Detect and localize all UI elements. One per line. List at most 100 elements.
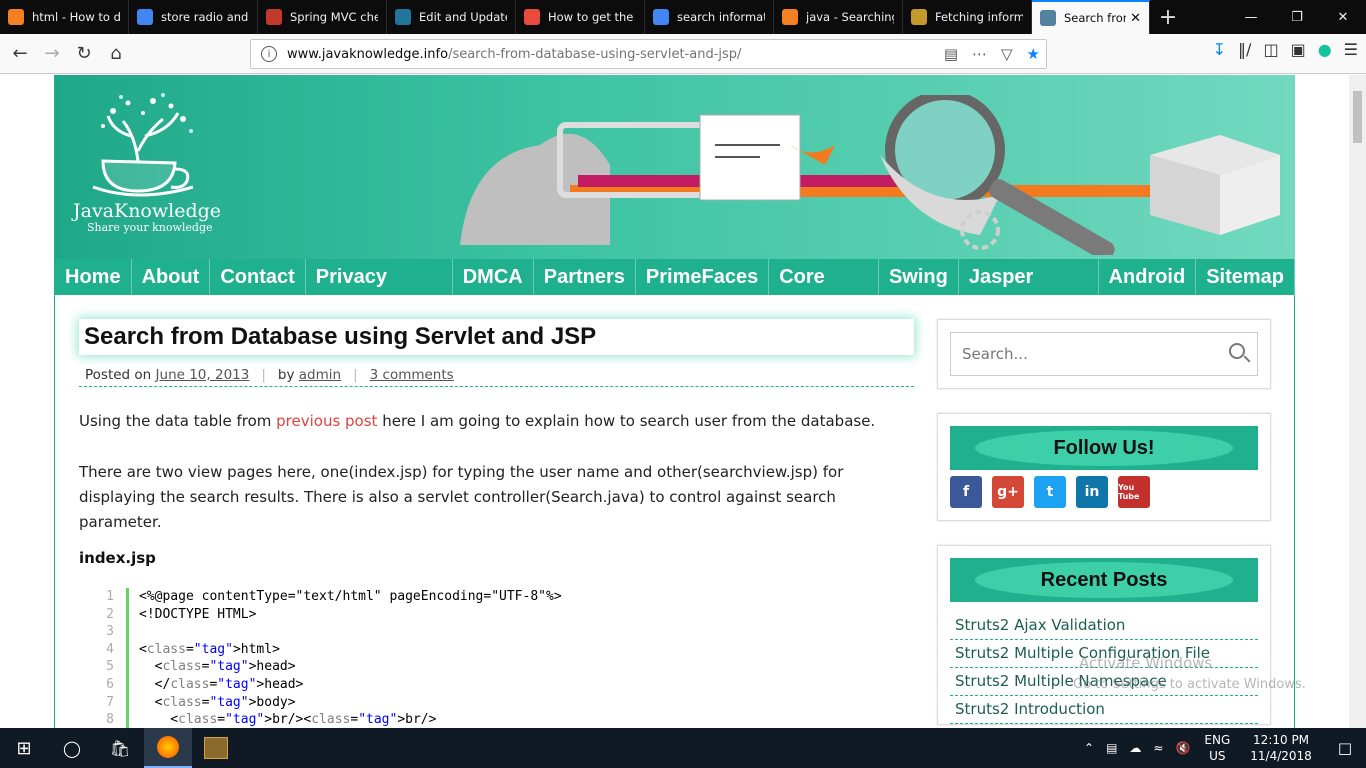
comments-link[interactable]: 3 comments bbox=[370, 367, 454, 383]
network-icon[interactable]: ▤ bbox=[1106, 741, 1117, 755]
bookmark-star-icon[interactable]: ★ bbox=[1027, 45, 1040, 63]
menu-item-contact[interactable]: Contact bbox=[210, 259, 306, 295]
close-window-icon[interactable]: ✕ bbox=[1320, 0, 1366, 34]
notifications-icon[interactable]: □ bbox=[1338, 739, 1352, 757]
browser-tab[interactable]: How to get the va bbox=[516, 0, 645, 34]
clock-date: 11/4/2018 bbox=[1250, 749, 1312, 763]
browser-tab[interactable]: Edit and Update R bbox=[387, 0, 516, 34]
site-header: JavaKnowledge Share your knowledge bbox=[55, 75, 1295, 259]
code-line: 4 <class="tag">html> bbox=[81, 640, 914, 659]
wifi-icon[interactable]: ≈ bbox=[1153, 741, 1163, 755]
maximize-icon[interactable]: ❐ bbox=[1274, 0, 1320, 34]
browser-tab[interactable]: html - How to dyn bbox=[0, 0, 129, 34]
scrollbar-thumb[interactable] bbox=[1353, 91, 1362, 143]
new-tab-icon[interactable]: + bbox=[1150, 0, 1186, 34]
code-line: 2 <!DOCTYPE HTML> bbox=[81, 605, 914, 624]
url-path: /search-from-database-using-servlet-and-… bbox=[448, 46, 742, 62]
menu-item-android[interactable]: Android bbox=[1099, 259, 1197, 295]
code-text: <class="tag">head> bbox=[139, 659, 296, 675]
menu-icon[interactable]: ☰ bbox=[1344, 40, 1358, 59]
tray-chevron-icon[interactable]: ⌃ bbox=[1084, 741, 1094, 755]
follow-title-bar: Follow Us! bbox=[950, 426, 1258, 470]
code-text: <class="tag">html> bbox=[139, 641, 280, 657]
browser-tab[interactable]: Search from D ✕ bbox=[1032, 0, 1150, 34]
post-content: Search from Database using Servlet and J… bbox=[79, 319, 914, 728]
code-text: <!DOCTYPE HTML> bbox=[139, 606, 257, 622]
browser-tab[interactable]: java - Searching d bbox=[774, 0, 903, 34]
tab-title: java - Searching d bbox=[806, 10, 894, 24]
windows-start-icon[interactable]: ⊞ bbox=[0, 728, 48, 768]
facebook-icon[interactable]: f bbox=[950, 476, 982, 508]
line-number: 4 bbox=[81, 640, 129, 659]
youtube-icon[interactable]: You Tube bbox=[1118, 476, 1150, 508]
recent-post-link[interactable]: Struts2 Introduction bbox=[950, 696, 1258, 724]
firefox-icon[interactable] bbox=[144, 728, 192, 768]
onedrive-icon[interactable]: ☁ bbox=[1129, 741, 1141, 755]
reader-view-icon[interactable]: ▤ bbox=[944, 45, 958, 63]
menu-item-home[interactable]: Home bbox=[55, 259, 132, 295]
page-scrollbar[interactable] bbox=[1349, 75, 1366, 728]
reload-icon[interactable]: ↻ bbox=[68, 38, 100, 70]
close-tab-icon[interactable]: ✕ bbox=[1130, 11, 1141, 26]
home-icon[interactable]: ⌂ bbox=[100, 38, 132, 70]
forward-icon[interactable]: → bbox=[36, 38, 68, 70]
menu-item-core-java[interactable]: Core Java bbox=[769, 259, 879, 324]
logo-icon[interactable] bbox=[83, 91, 213, 201]
code-line: 1 <%@page contentType="text/html" pageEnc… bbox=[81, 588, 914, 606]
menu-item-privacy-policy[interactable]: Privacy Policy bbox=[306, 259, 453, 324]
url-bar[interactable]: i www.javaknowledge.info/search-from-dat… bbox=[250, 39, 1047, 69]
line-number: 8 bbox=[81, 711, 129, 728]
app-icon[interactable] bbox=[192, 728, 240, 768]
sidebar-icon[interactable]: ◫ bbox=[1263, 40, 1278, 59]
author-link[interactable]: admin bbox=[299, 367, 341, 383]
page-viewport: JavaKnowledge Share your knowledge Home … bbox=[0, 75, 1349, 728]
back-icon[interactable]: ← bbox=[4, 38, 36, 70]
extension-icon[interactable]: ▣ bbox=[1291, 40, 1306, 59]
social-icons: f g+ t in You Tube bbox=[950, 476, 1258, 508]
linkedin-icon[interactable]: in bbox=[1076, 476, 1108, 508]
pocket-icon[interactable]: ▽ bbox=[1001, 45, 1013, 63]
search-input[interactable]: Search... bbox=[950, 332, 1258, 376]
clock[interactable]: 12:10 PM 11/4/2018 bbox=[1250, 732, 1312, 764]
tab-title: How to get the va bbox=[548, 10, 636, 24]
browser-tab[interactable]: search information bbox=[645, 0, 774, 34]
post-date-link[interactable]: June 10, 2013 bbox=[156, 367, 250, 383]
library-icon[interactable]: ‖∕ bbox=[1238, 40, 1251, 59]
menu-item-about[interactable]: About bbox=[132, 259, 211, 295]
previous-post-link[interactable]: previous post bbox=[276, 412, 377, 430]
code-line: 7 <class="tag">body> bbox=[81, 693, 914, 712]
store-icon[interactable]: 🛍 bbox=[96, 728, 144, 768]
google-icon bbox=[137, 9, 153, 25]
browser-tab[interactable]: store radio and ch bbox=[129, 0, 258, 34]
download-icon[interactable]: ↧ bbox=[1213, 40, 1226, 59]
minimize-icon[interactable]: — bbox=[1228, 0, 1274, 34]
search-placeholder: Search... bbox=[962, 345, 1028, 363]
menu-item-primefaces[interactable]: PrimeFaces bbox=[636, 259, 770, 295]
language-indicator[interactable]: ENG US bbox=[1204, 732, 1230, 764]
lang-line1: ENG bbox=[1204, 733, 1231, 747]
line-number: 6 bbox=[81, 675, 129, 694]
twitter-icon[interactable]: t bbox=[1034, 476, 1066, 508]
code-text: <class="tag">br/><class="tag">br/> bbox=[139, 712, 437, 728]
site-wrapper: JavaKnowledge Share your knowledge Home … bbox=[54, 75, 1295, 728]
site-info-icon[interactable]: i bbox=[261, 46, 277, 62]
menu-item-partners[interactable]: Partners bbox=[534, 259, 636, 295]
browser-tab[interactable]: Fetching informat bbox=[903, 0, 1032, 34]
meta-separator: | bbox=[261, 366, 266, 383]
recent-post-link[interactable]: Struts2 Ajax Validation bbox=[950, 612, 1258, 640]
menu-item-jasper-report[interactable]: Jasper report bbox=[959, 259, 1099, 324]
stackoverflow-icon bbox=[782, 9, 798, 25]
volume-muted-icon[interactable]: 🔇 bbox=[1175, 741, 1190, 755]
posted-on-label: Posted on bbox=[85, 366, 152, 383]
menu-item-dmca[interactable]: DMCA bbox=[453, 259, 534, 295]
cortana-icon[interactable]: ◯ bbox=[48, 728, 96, 768]
logo-name[interactable]: JavaKnowledge bbox=[73, 200, 221, 222]
menu-item-swing[interactable]: Swing bbox=[879, 259, 959, 295]
menu-item-sitemap[interactable]: Sitemap bbox=[1196, 259, 1295, 295]
page-actions-icon[interactable]: ⋯ bbox=[972, 45, 987, 63]
search-icon[interactable] bbox=[1229, 343, 1245, 359]
by-label: by bbox=[277, 366, 295, 383]
browser-tab[interactable]: Spring MVC check bbox=[258, 0, 387, 34]
grammarly-icon[interactable]: ● bbox=[1318, 40, 1332, 59]
googleplus-icon[interactable]: g+ bbox=[992, 476, 1024, 508]
